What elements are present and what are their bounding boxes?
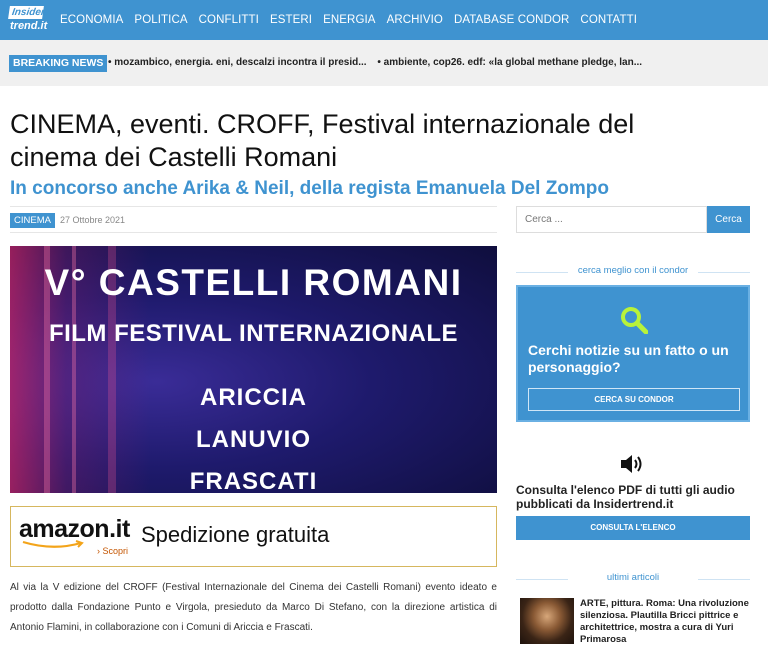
condor-section-title: cerca meglio con il condor (516, 265, 750, 279)
hero-town: ARICCIA (200, 384, 307, 411)
nav-economia[interactable]: ECONOMIA (60, 14, 123, 26)
hero-image: V° CASTELLI ROMANI FILM FESTIVAL INTERNA… (10, 246, 497, 493)
ticker-item[interactable]: • ambiente, cop26. edf: «la global metha… (377, 57, 642, 68)
amazon-smile-icon (22, 540, 84, 548)
breaking-news-bar: BREAKING NEWS • mozambico, energia. eni,… (0, 40, 768, 86)
site-logo[interactable]: Insider trend.it (8, 6, 48, 34)
hero-town: FRASCATI (189, 468, 318, 493)
audio-list-description: Consulta l'elenco PDF di tutti gli audio… (516, 483, 735, 511)
nav-archivio[interactable]: ARCHIVIO (387, 14, 443, 26)
search-icon (621, 307, 648, 334)
logo-top-text: Insider (8, 6, 46, 19)
search-input[interactable] (516, 206, 707, 233)
article-title: CINEMA, eventi. CROFF, Festival internaz… (10, 109, 635, 172)
breaking-news-label: BREAKING NEWS (9, 55, 108, 72)
ticker-item[interactable]: • mozambico, energia. eni, descalzi inco… (108, 57, 367, 68)
news-ticker: • mozambico, energia. eni, descalzi inco… (108, 57, 650, 68)
nav-esteri[interactable]: ESTERI (270, 14, 312, 26)
condor-search-box: Cerchi notizie su un fatto o un personag… (516, 285, 750, 422)
hero-title: V° CASTELLI ROMANI (44, 262, 463, 303)
hero-subtitle: FILM FESTIVAL INTERNAZIONALE (48, 320, 459, 347)
nav-politica[interactable]: POLITICA (134, 14, 187, 26)
nav-database-condor[interactable]: DATABASE CONDOR (454, 14, 569, 26)
latest-articles-title: ultimi articoli (516, 572, 750, 586)
post-thumbnail[interactable] (520, 598, 574, 644)
nav-contatti[interactable]: CONTATTI (580, 14, 637, 26)
nav-energia[interactable]: ENERGIA (323, 14, 375, 26)
article-date: 27 Ottobre 2021 (60, 215, 126, 225)
logo-bottom-text: trend.it (10, 20, 48, 32)
article-meta: CINEMA 27 Ottobre 2021 (10, 206, 497, 233)
article-subtitle: In concorso anche Arika & Neil, della re… (10, 178, 610, 199)
main-menu: ECONOMIA POLITICA CONFLITTI ESTERI ENERG… (60, 0, 648, 40)
ad-text: Spedizione gratuita (141, 522, 330, 547)
nav-conflitti[interactable]: CONFLITTI (199, 14, 259, 26)
condor-search-button[interactable]: CERCA SU CONDOR (528, 388, 740, 411)
hero-town: LANUVIO (196, 426, 311, 453)
article-body: Al via la V edizione del CROFF (Festival… (10, 582, 497, 633)
post-title[interactable]: ARTE, pittura. Roma: Una rivoluzione sil… (580, 598, 752, 646)
amazon-ad-banner[interactable]: amazon.it › Scopri Spedizione gratuita (10, 506, 497, 567)
search-button[interactable]: Cerca (707, 206, 750, 233)
audio-list-button[interactable]: CONSULTA L'ELENCO (516, 516, 750, 540)
speaker-icon (621, 455, 642, 473)
latest-post[interactable]: ARTE, pittura. Roma: Una rivoluzione sil… (520, 598, 750, 648)
top-navigation: Insider trend.it ECONOMIA POLITICA CONFL… (0, 0, 768, 40)
condor-prompt: Cerchi notizie su un fatto o un personag… (528, 342, 729, 375)
ad-discover-link[interactable]: › Scopri (97, 546, 128, 556)
category-badge[interactable]: CINEMA (10, 213, 55, 228)
